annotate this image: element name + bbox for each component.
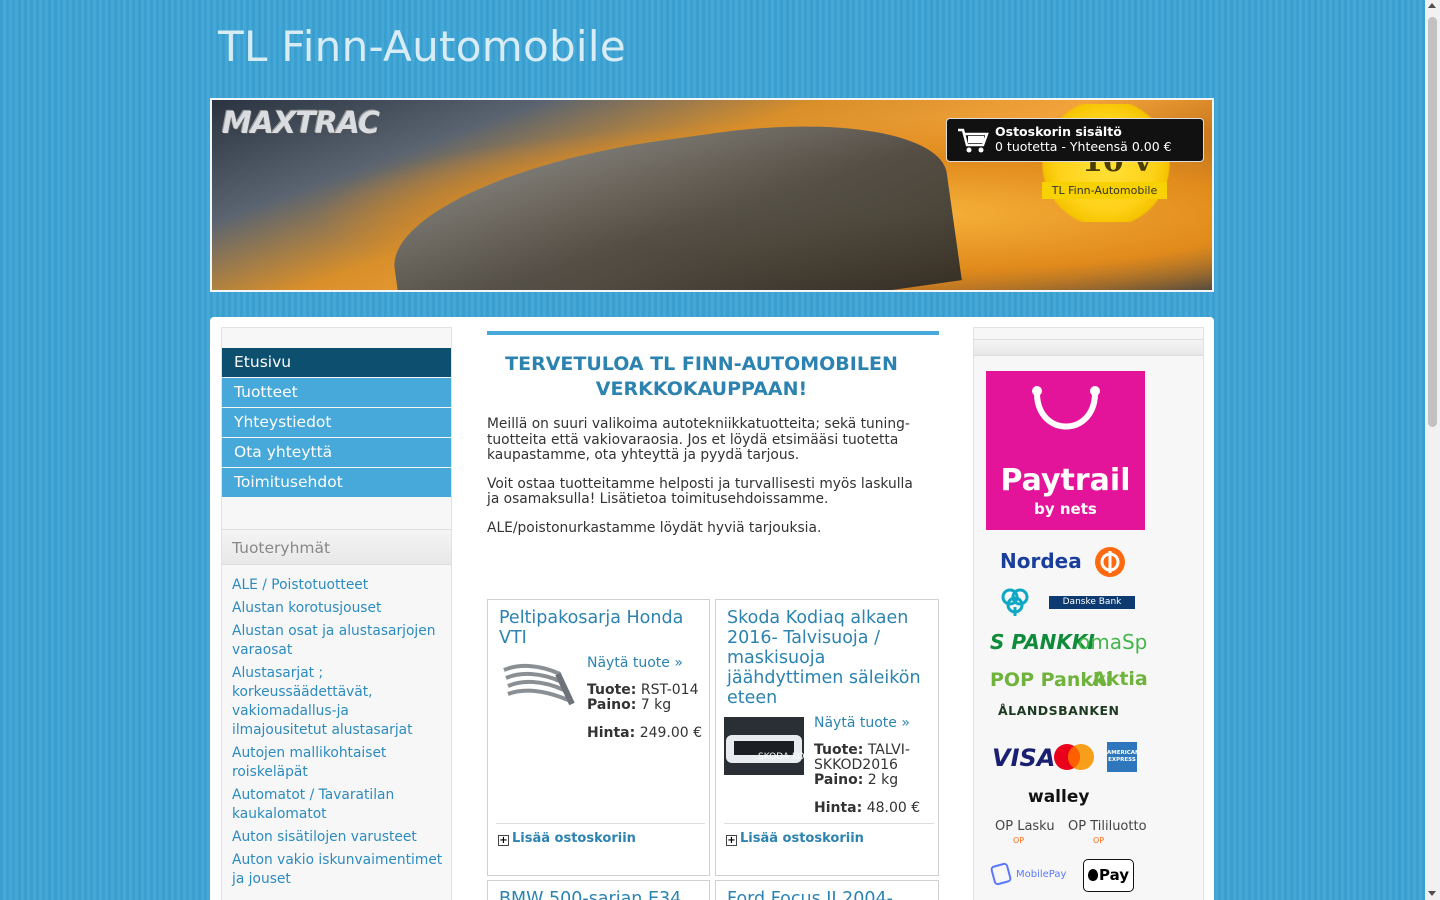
product-card: Peltipakosarja Honda VTI Näytä tuote » T… bbox=[487, 599, 710, 876]
product-price: Hinta: 48.00 € bbox=[814, 800, 920, 816]
welcome-paragraph: Meillä on suuri valikoima autotekniikkat… bbox=[487, 416, 910, 463]
nav-item-etusivu[interactable]: Etusivu bbox=[222, 348, 451, 377]
price-label: Hinta: bbox=[587, 725, 636, 741]
alandsbanken-logo: ÅLANDSBANKEN bbox=[998, 703, 1120, 718]
welcome-text: Meillä on suuri valikoima autotekniikkat… bbox=[487, 416, 927, 549]
product-info: Tuote: RST-014 Paino: 7 kg bbox=[587, 683, 699, 713]
category-link[interactable]: Auton vakio iskunvaimentimet ja jouset bbox=[232, 851, 446, 889]
cart-title: Ostoskorin sisältö bbox=[995, 124, 1122, 139]
welcome-title: TERVETULOA TL FINN-AUTOMOBILEN VERKKOKAU… bbox=[505, 353, 898, 400]
paytrail-logo: Paytrail by nets bbox=[986, 371, 1145, 530]
nav-item-toimitusehdot[interactable]: Toimitusehdot bbox=[222, 468, 451, 497]
mobilepay-logo: MobilePay bbox=[989, 862, 1067, 888]
thumb-text: SKODA KODIAQ bbox=[758, 752, 804, 762]
paytrail-bag-icon bbox=[1032, 386, 1100, 430]
plus-icon: + bbox=[498, 835, 509, 846]
apple-pay-label: Pay bbox=[1098, 866, 1130, 884]
price-label: Hinta: bbox=[814, 800, 863, 816]
nav-item-yhteystiedot[interactable]: Yhteystiedot bbox=[222, 408, 451, 437]
welcome-paragraph: ALE/poistonurkastamme löydät hyviä tarjo… bbox=[487, 519, 822, 536]
product-weight: 7 kg bbox=[640, 697, 672, 713]
paytrail-name: Paytrail bbox=[1000, 463, 1131, 498]
product-card: Skoda Kodiaq alkaen 2016- Talvisuoja / m… bbox=[715, 599, 939, 876]
mobilepay-icon bbox=[989, 862, 1013, 886]
site-title[interactable]: TL Finn-Automobile bbox=[218, 22, 626, 71]
category-link[interactable]: Autojen mallikohtaiset roiskeläpät bbox=[232, 744, 446, 782]
price-value: 48.00 € bbox=[866, 800, 921, 816]
scroll-up-icon[interactable] bbox=[1428, 3, 1436, 8]
mastercard-icon bbox=[1054, 744, 1094, 770]
category-link[interactable]: Auton sisätilojen varusteet bbox=[232, 828, 446, 847]
product-weight: 2 kg bbox=[867, 772, 899, 788]
mobilepay-label: MobilePay bbox=[1016, 869, 1067, 880]
category-link[interactable]: Alustan osat ja alustasarjojen varaosat bbox=[232, 622, 446, 660]
cart-summary[interactable]: Ostoskorin sisältö 0 tuotetta - Yhteensä… bbox=[946, 118, 1204, 162]
product-info: Tuote: TALVI-SKKOD2016 Paino: 2 kg bbox=[814, 743, 932, 788]
add-to-cart-button[interactable]: + Lisää ostoskoriin bbox=[498, 831, 636, 846]
add-to-cart-label: Lisää ostoskoriin bbox=[740, 831, 864, 846]
op-small-logo: OP bbox=[1013, 836, 1025, 845]
product-card: BMW 500-sarjan E34 bbox=[487, 880, 710, 900]
price-value: 249.00 € bbox=[639, 725, 703, 741]
product-code: RST-014 bbox=[640, 682, 699, 698]
cart-totals: 0 tuotetta - Yhteensä 0.00 € bbox=[995, 139, 1172, 154]
product-code-label: Tuote: bbox=[587, 682, 637, 698]
category-link[interactable]: Alustan korotusjouset bbox=[232, 599, 446, 618]
scrollbar-thumb[interactable] bbox=[1428, 17, 1437, 427]
card-divider bbox=[496, 823, 705, 824]
page-scrollbar[interactable] bbox=[1425, 0, 1440, 900]
add-to-cart-button[interactable]: + Lisää ostoskoriin bbox=[726, 831, 864, 846]
op-lasku-label: OP Lasku bbox=[995, 819, 1055, 834]
car-windshield bbox=[382, 101, 962, 290]
product-card: Ford Focus II 2004-2010 bbox=[715, 880, 939, 900]
product-price: Hinta: 249.00 € bbox=[587, 725, 702, 741]
product-name-link[interactable]: Peltipakosarja Honda VTI bbox=[499, 608, 699, 648]
nordea-logo: Nordea bbox=[1000, 549, 1082, 573]
product-weight-label: Paino: bbox=[814, 772, 864, 788]
show-product-link[interactable]: Näytä tuote » bbox=[587, 655, 683, 671]
op-logo-icon bbox=[1095, 547, 1125, 577]
apple-pay-logo: Pay bbox=[1083, 859, 1134, 892]
main-nav: Etusivu Tuotteet Yhteystiedot Ota yhteyt… bbox=[222, 348, 451, 498]
amex-logo: AMERICAN EXPRESS bbox=[1107, 742, 1140, 772]
card-divider bbox=[724, 823, 934, 824]
apple-icon bbox=[1087, 869, 1098, 881]
category-link[interactable]: ALE / Poistotuotteet bbox=[232, 576, 446, 595]
show-product-link[interactable]: Näytä tuote » bbox=[814, 715, 910, 731]
product-name-link[interactable]: Ford Focus II 2004-2010 bbox=[727, 889, 932, 900]
aktia-logo: Aktia bbox=[1092, 668, 1148, 690]
right-sidebar-header bbox=[974, 339, 1203, 356]
categories-list: ALE / Poistotuotteet Alustan korotusjous… bbox=[232, 576, 446, 893]
op-tililuotto-label: OP Tililuotto bbox=[1068, 819, 1147, 834]
walley-logo: walley bbox=[1028, 787, 1090, 807]
product-name-link[interactable]: BMW 500-sarjan E34 bbox=[499, 889, 699, 900]
category-link[interactable]: Automatot / Tavaratilan kaukalomatot bbox=[232, 786, 446, 824]
content-top-bar bbox=[487, 331, 939, 335]
product-name-link[interactable]: Skoda Kodiaq alkaen 2016- Talvisuoja / m… bbox=[727, 608, 932, 708]
categories-header: Tuoteryhmät bbox=[222, 529, 451, 565]
paytrail-sub: by nets bbox=[1034, 500, 1097, 518]
add-to-cart-label: Lisää ostoskoriin bbox=[512, 831, 636, 846]
shopping-cart-icon bbox=[958, 128, 989, 153]
nav-item-tuotteet[interactable]: Tuotteet bbox=[222, 378, 451, 407]
product-thumbnail[interactable] bbox=[498, 656, 578, 714]
category-link[interactable]: Alustasarjat ; korkeussäädettävät, vakio… bbox=[232, 664, 446, 740]
scroll-down-icon[interactable] bbox=[1428, 891, 1436, 896]
visa-logo: VISA bbox=[992, 744, 1056, 772]
product-weight-label: Paino: bbox=[587, 697, 637, 713]
omasp-logo: omaSp bbox=[1078, 630, 1148, 654]
nav-item-ota-yhteytta[interactable]: Ota yhteyttä bbox=[222, 438, 451, 467]
maxtrac-logo: MAXTRAC bbox=[222, 106, 380, 141]
saastopankki-icon bbox=[1001, 588, 1029, 616]
op-small-logo: OP bbox=[1093, 836, 1105, 845]
product-thumbnail[interactable]: SKODA KODIAQ bbox=[724, 717, 804, 775]
welcome-paragraph: Voit ostaa tuotteitamme helposti ja turv… bbox=[487, 475, 913, 507]
anniversary-label: TL Finn-Automobile bbox=[1042, 182, 1167, 199]
product-code-label: Tuote: bbox=[814, 742, 864, 758]
plus-icon: + bbox=[726, 835, 737, 846]
danske-bank-logo: Danske Bank bbox=[1049, 596, 1135, 609]
